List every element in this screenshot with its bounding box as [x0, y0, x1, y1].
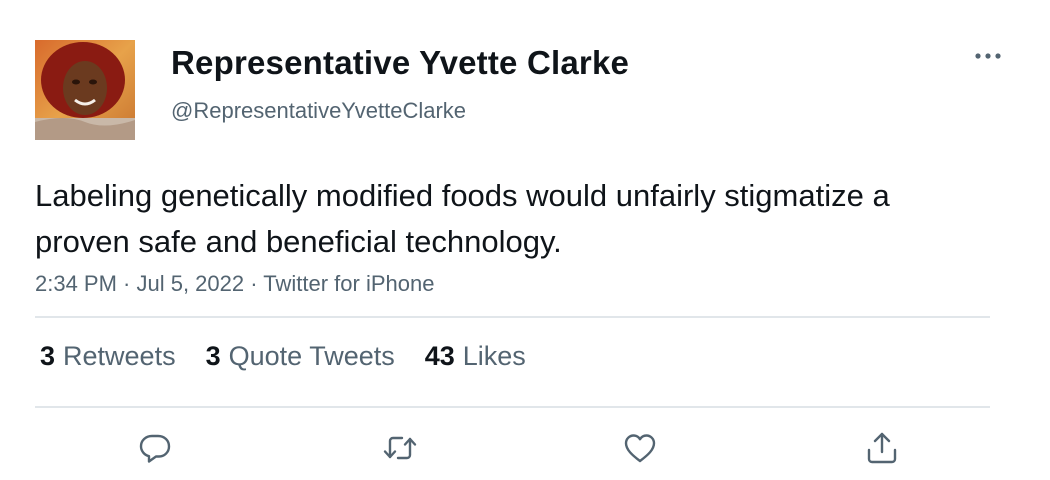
tweet-text: Labeling genetically modified foods woul…	[35, 178, 890, 259]
quotes-stat[interactable]: 3 Quote Tweets	[206, 341, 395, 372]
heart-icon	[624, 434, 656, 463]
divider	[35, 406, 990, 408]
reply-icon	[139, 434, 171, 463]
retweets-label: Retweets	[63, 341, 176, 371]
author-name[interactable]: Representative Yvette Clarke	[171, 44, 629, 82]
tweet-card: Representative Yvette Clarke @Representa…	[0, 0, 1050, 480]
retweets-count: 3	[40, 341, 56, 371]
tweet-meta[interactable]: 2:34 PM · Jul 5, 2022 · Twitter for iPho…	[35, 271, 434, 297]
retweet-button[interactable]	[380, 428, 420, 468]
share-button[interactable]	[862, 428, 902, 468]
share-icon	[867, 432, 897, 464]
quotes-label: Quote Tweets	[228, 341, 395, 371]
likes-count: 43	[424, 341, 455, 371]
likes-stat[interactable]: 43 Likes	[425, 341, 526, 372]
more-dots-icon[interactable]	[972, 44, 1004, 68]
retweets-stat[interactable]: 3 Retweets	[40, 341, 176, 372]
avatar-image	[35, 40, 135, 140]
tweet-stats: 3 Retweets 3 Quote Tweets 43 Likes	[40, 341, 526, 372]
reply-button[interactable]	[135, 428, 175, 468]
author-handle[interactable]: @RepresentativeYvetteClarke	[171, 98, 466, 124]
retweet-icon	[383, 436, 417, 460]
divider	[35, 316, 990, 318]
likes-label: Likes	[462, 341, 526, 371]
quotes-count: 3	[205, 341, 221, 371]
avatar[interactable]	[35, 40, 135, 140]
like-button[interactable]	[620, 428, 660, 468]
